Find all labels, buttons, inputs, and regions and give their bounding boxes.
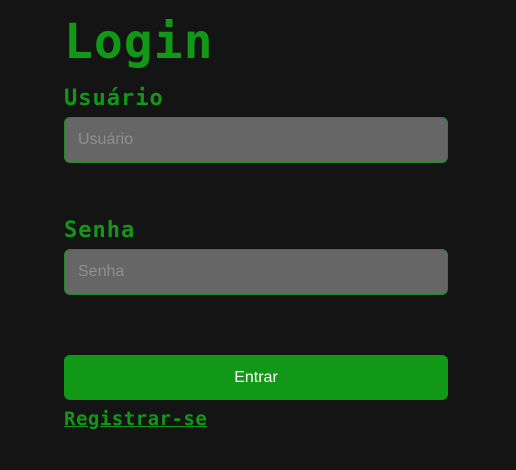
login-button[interactable]: Entrar: [64, 355, 448, 400]
register-link[interactable]: Registrar-se: [64, 406, 207, 432]
password-label: Senha: [64, 218, 136, 243]
username-label: Usuário: [64, 86, 164, 111]
page-title: Login: [64, 14, 214, 70]
username-input[interactable]: [64, 117, 448, 163]
password-input[interactable]: [64, 249, 448, 295]
